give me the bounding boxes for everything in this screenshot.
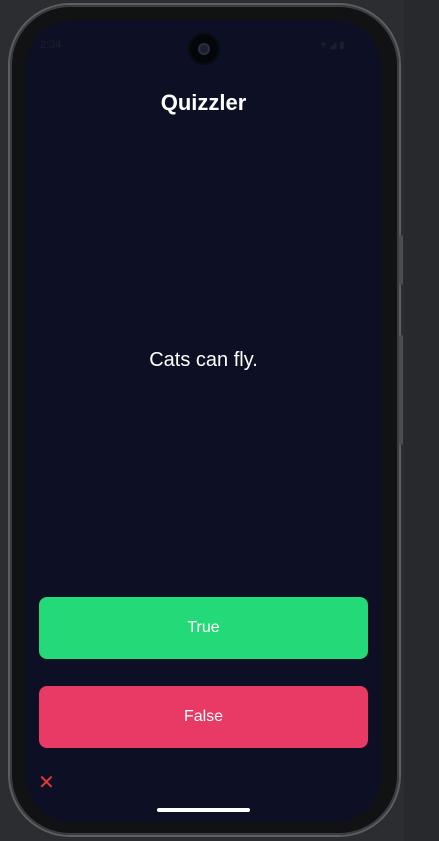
app-screen: 2:34 ▾ ◢ ▮ Quizzler Cats can fly. True F… [26,20,381,822]
true-button[interactable]: True [39,597,368,659]
status-time: 2:34 [40,39,62,51]
volume-button [399,235,403,285]
false-button[interactable]: False [39,686,368,748]
battery-icon: ▮ [339,40,345,51]
wifi-icon: ▾ [321,40,327,51]
close-icon: ✕ [38,770,55,794]
camera-lens-icon [198,43,210,55]
home-indicator[interactable] [157,808,250,812]
emulator-stage: 2:34 ▾ ◢ ▮ Quizzler Cats can fly. True F… [0,0,439,841]
signal-icon: ◢ [328,40,337,51]
score-keeper: ✕ [38,772,55,792]
app-title: Quizzler [160,90,247,115]
emulator-side-panel [404,0,439,841]
power-button [399,335,403,445]
status-bar: 2:34 ▾ ◢ ▮ [26,20,381,64]
question-text: Cats can fly. [149,349,258,371]
status-icons: ▾ ◢ ▮ [321,40,359,51]
front-camera [190,35,218,63]
